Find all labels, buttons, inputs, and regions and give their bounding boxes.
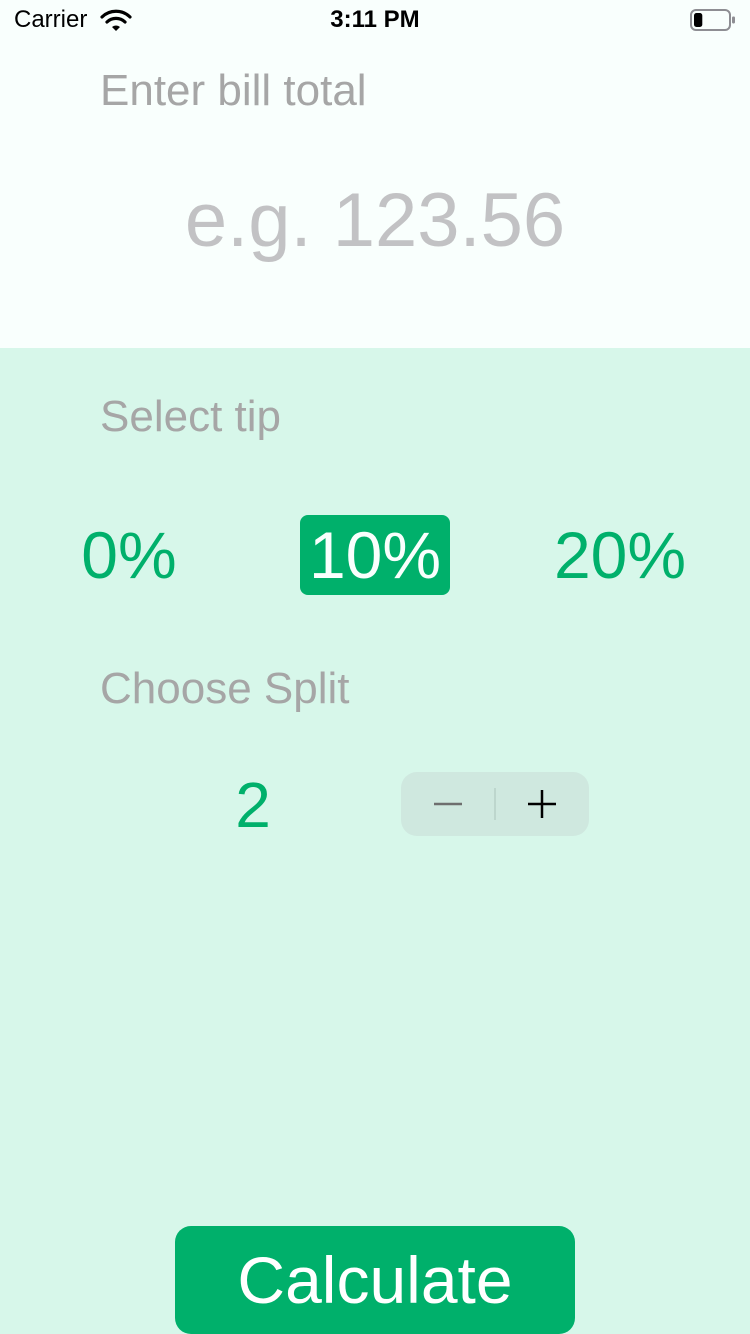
status-bar: Carrier 3:11 PM (0, 0, 750, 40)
tip-button-0[interactable]: 0% (74, 515, 184, 595)
bill-label: Enter bill total (100, 66, 367, 115)
status-time: 3:11 PM (330, 6, 420, 33)
tip-button-20[interactable]: 20% (545, 515, 695, 595)
settings-section: Select tip 0% 10% 20% Choose Split 2 Cal… (0, 348, 750, 1334)
tip-label: Select tip (100, 392, 281, 441)
plus-icon (528, 790, 556, 818)
stepper-plus-button[interactable] (495, 772, 589, 836)
minus-icon (434, 802, 462, 806)
split-label: Choose Split (100, 664, 350, 713)
bill-section: Enter bill total (0, 40, 750, 348)
split-stepper (401, 772, 589, 836)
calculate-button[interactable]: Calculate (175, 1226, 575, 1334)
battery-icon (690, 9, 735, 31)
split-value: 2 (235, 769, 271, 841)
battery-fill (694, 13, 703, 27)
tip-button-10[interactable]: 10% (300, 515, 450, 595)
stepper-minus-button[interactable] (401, 772, 495, 836)
bill-total-input[interactable] (0, 170, 750, 270)
